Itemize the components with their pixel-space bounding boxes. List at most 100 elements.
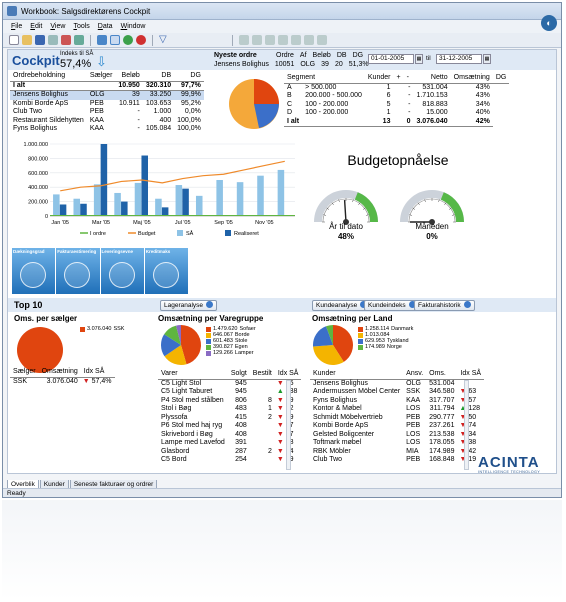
column-header[interactable]: Bestilt: [249, 370, 275, 380]
table-row[interactable]: A > 500.000 1 - 531.004 43%: [284, 83, 509, 92]
settings-icon[interactable]: [317, 35, 327, 45]
table-cell: KAA: [406, 396, 421, 404]
pdf-icon[interactable]: [61, 35, 71, 45]
view-icon[interactable]: [97, 35, 107, 45]
layout-icon[interactable]: [110, 35, 120, 45]
x-tick-label: Nov '05: [255, 220, 273, 226]
table-row[interactable]: D 100 - 200.000 1 - 15.000 40%: [284, 109, 509, 118]
export-icon[interactable]: [74, 35, 84, 45]
table-row[interactable]: C5 Light Taburet 945 ▲ 138: [158, 388, 301, 397]
column-header[interactable]: Ansv.: [403, 370, 427, 380]
table-row[interactable]: Stol i Bøg4831▼ 92: [158, 405, 301, 414]
column-header[interactable]: Omsætning: [38, 368, 81, 378]
table-row[interactable]: Restaurant Sildehytten KAA - 400 100,0%: [10, 117, 204, 126]
sort-asc-icon[interactable]: [239, 35, 249, 45]
column-header[interactable]: Solgt: [227, 370, 250, 380]
table-row[interactable]: Toftmark møbel LOS 178.055 ▼ 38: [310, 439, 484, 448]
table-row[interactable]: Jensens Bolighus OLG 531.004: [310, 379, 484, 388]
date-from-field[interactable]: 01-01-2005: [368, 54, 414, 64]
kundeanalyse-button[interactable]: Kundeanalyse: [312, 300, 372, 311]
fakturahistorik-button[interactable]: Fakturahistorik: [414, 300, 475, 311]
column-header[interactable]: DG: [174, 72, 204, 82]
column-header[interactable]: Sælger: [86, 72, 116, 82]
column-header[interactable]: Ordrebeholdning: [10, 72, 87, 82]
table-row[interactable]: Gelsted Boligcenter LOS 213.538 ▼ 34: [310, 431, 484, 440]
save-icon[interactable]: [35, 35, 45, 45]
menu-item[interactable]: Tools: [73, 23, 89, 30]
menu-item[interactable]: View: [50, 23, 65, 30]
table-row[interactable]: Jensens Bolighus OLG 39 33.250 99,9%: [10, 90, 204, 100]
mini-gauge-panel[interactable]: Kreditmaks: [144, 248, 188, 294]
column-header[interactable]: Idx SÅ: [80, 368, 115, 378]
table-row[interactable]: Glasbord2872▼ 64: [158, 448, 301, 457]
calendar-icon[interactable]: ▦: [415, 54, 423, 64]
mini-gauge-panel[interactable]: Leveringsevne: [100, 248, 144, 294]
column-header[interactable]: DG: [492, 74, 510, 84]
table-row[interactable]: SSK 3.076.040 ▼ 57,4%: [10, 377, 115, 386]
column-header[interactable]: Kunder: [310, 370, 404, 380]
table-row[interactable]: Kombi Borde ApS PEB 237.261 ▼ 74: [310, 422, 484, 431]
column-header[interactable]: Kunder: [364, 74, 394, 84]
header-row: Varer Solgt Bestilt Idx SÅ: [158, 370, 302, 380]
table-cell: 5: [386, 100, 391, 108]
calendar-icon[interactable]: ▦: [483, 54, 491, 64]
chart-icon[interactable]: [304, 35, 314, 45]
table-row[interactable]: RBK Möbler MIA 174.989 ▼ 42: [310, 448, 484, 457]
column-header[interactable]: Sælger: [10, 368, 39, 378]
lageranalyse-button[interactable]: Lageranalyse: [160, 300, 218, 311]
table-row[interactable]: Schmidt Möbelvertrieb PEB 290.777 ▼ 50: [310, 414, 484, 423]
column-header[interactable]: +: [393, 74, 404, 84]
table-row[interactable]: P4 Stol med stålben8068▼ 79: [158, 397, 301, 406]
column-header[interactable]: Idx SÅ: [274, 370, 302, 380]
stop-icon[interactable]: [136, 35, 146, 45]
sort-desc-icon[interactable]: [252, 35, 262, 45]
column-header[interactable]: Netto: [413, 74, 451, 84]
mini-gauge-panel[interactable]: Dækningsgrad: [12, 248, 56, 294]
print-icon[interactable]: [48, 35, 58, 45]
menu-item[interactable]: Edit: [30, 23, 42, 30]
kundeindeks-button[interactable]: Kundeindeks: [364, 300, 420, 311]
bar-realiseret: [161, 207, 169, 216]
goods-scrollbar[interactable]: [286, 380, 291, 470]
newest-order-row[interactable]: Jensens Bolighus 10051 OLG 39 20 51,3%: [214, 61, 369, 68]
countries-legend: 1.258.114 Danmark 1.013.084 629.953 Tyskland…: [358, 326, 413, 350]
column-header[interactable]: -: [403, 74, 414, 84]
table-cell: -: [408, 109, 411, 116]
table-cell: ▼ 50: [457, 414, 484, 423]
columns-icon[interactable]: [265, 35, 275, 45]
table-row[interactable]: Kontor & Møbel LOS 311.794 ▲ 128: [310, 405, 484, 414]
table-row[interactable]: B 200.000 - 500.000 6 -1.710.153 43%: [284, 92, 509, 101]
table-row[interactable]: Andermussen Möbel Center SSK 346.580 ▼ 63: [310, 388, 484, 397]
table-row[interactable]: Skrivebord i Bøg408▼ 67: [158, 431, 301, 440]
table-row[interactable]: Kombi Borde ApS PEB 10.911 103.653 95,2%: [10, 100, 204, 109]
mini-gauge-panel[interactable]: Fakturaestimering: [56, 248, 100, 294]
menu-item[interactable]: Data: [98, 23, 113, 30]
zoom-icon[interactable]: [291, 35, 301, 45]
refresh-icon[interactable]: [123, 35, 133, 45]
column-header[interactable]: Idx SÅ: [457, 370, 485, 380]
column-header[interactable]: Segment: [284, 74, 365, 84]
table-row[interactable]: P6 Stol med haj ryg408▼ 67: [158, 422, 301, 431]
open-folder-icon[interactable]: [22, 35, 32, 45]
table-row[interactable]: Plyssofa4152▼ 39: [158, 414, 301, 423]
table-row[interactable]: C5 Light Stol945▼ 75: [158, 379, 301, 388]
menu-item[interactable]: File: [11, 23, 22, 30]
table-row[interactable]: Club Two PEB - 1.000 0,0%: [10, 108, 204, 117]
filter-icon[interactable]: ▽: [159, 35, 169, 45]
column-header[interactable]: DB: [142, 72, 175, 82]
column-header[interactable]: Beløb: [115, 72, 143, 82]
table-row[interactable]: C5 Bord254▼ 59: [158, 456, 301, 465]
grid-icon[interactable]: [278, 35, 288, 45]
table-row[interactable]: Fyns Bolighus KAA 317.707 ▼ 57: [310, 397, 484, 406]
table-row[interactable]: Club Two PEB 168.848 ▼ 19: [310, 456, 484, 465]
new-icon[interactable]: [9, 35, 19, 45]
table-row[interactable]: Lampe med Lavefod391▼ 28: [158, 439, 301, 448]
table-row[interactable]: Fyns Bolighus KAA -105.084 100,0%: [10, 125, 204, 134]
column-header[interactable]: Varer: [158, 370, 228, 380]
column-header[interactable]: Omsætning: [450, 74, 493, 84]
menu-item[interactable]: Window: [121, 23, 146, 30]
countries-scrollbar[interactable]: [464, 380, 469, 470]
column-header[interactable]: Oms.: [426, 370, 458, 380]
date-to-field[interactable]: 31-12-2005: [436, 54, 482, 64]
table-row[interactable]: C 100 - 200.000 5 - 818.883 34%: [284, 101, 509, 110]
